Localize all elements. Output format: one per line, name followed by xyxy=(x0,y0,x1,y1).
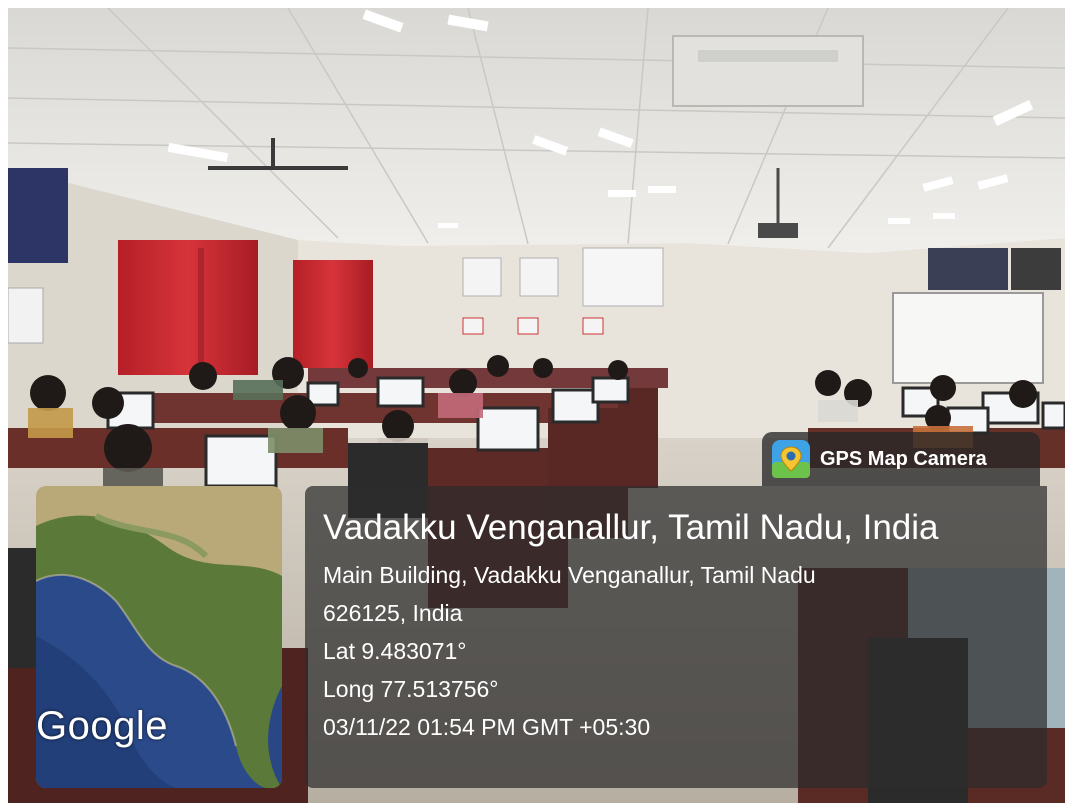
curtain xyxy=(118,240,258,375)
place-title: Vadakku Venganallur, Tamil Nadu, India xyxy=(323,508,939,547)
map-thumbnail[interactable]: Google xyxy=(36,486,282,788)
gps-map-camera-badge: GPS Map Camera xyxy=(762,432,1040,486)
latitude-text: Lat 9.483071° xyxy=(323,638,467,664)
google-attribution: Google xyxy=(36,704,168,748)
address-postal-line: 626125, India xyxy=(323,600,463,626)
location-info-panel: Vadakku Venganallur, Tamil Nadu, India M… xyxy=(305,486,1047,788)
projector xyxy=(758,223,798,238)
timestamp-text: 03/11/22 01:54 PM GMT +05:30 xyxy=(323,714,651,740)
app-name-label: GPS Map Camera xyxy=(820,447,987,470)
map-pin-icon xyxy=(772,440,810,478)
curtain xyxy=(293,260,373,368)
photo-scene: Google GPS Map Camera Vadakku Venganallu… xyxy=(0,0,1065,803)
ac-unit xyxy=(672,35,864,107)
address-line: Main Building, Vadakku Venganallur, Tami… xyxy=(323,562,816,588)
longitude-text: Long 77.513756° xyxy=(323,676,499,702)
whiteboard xyxy=(892,292,1044,384)
